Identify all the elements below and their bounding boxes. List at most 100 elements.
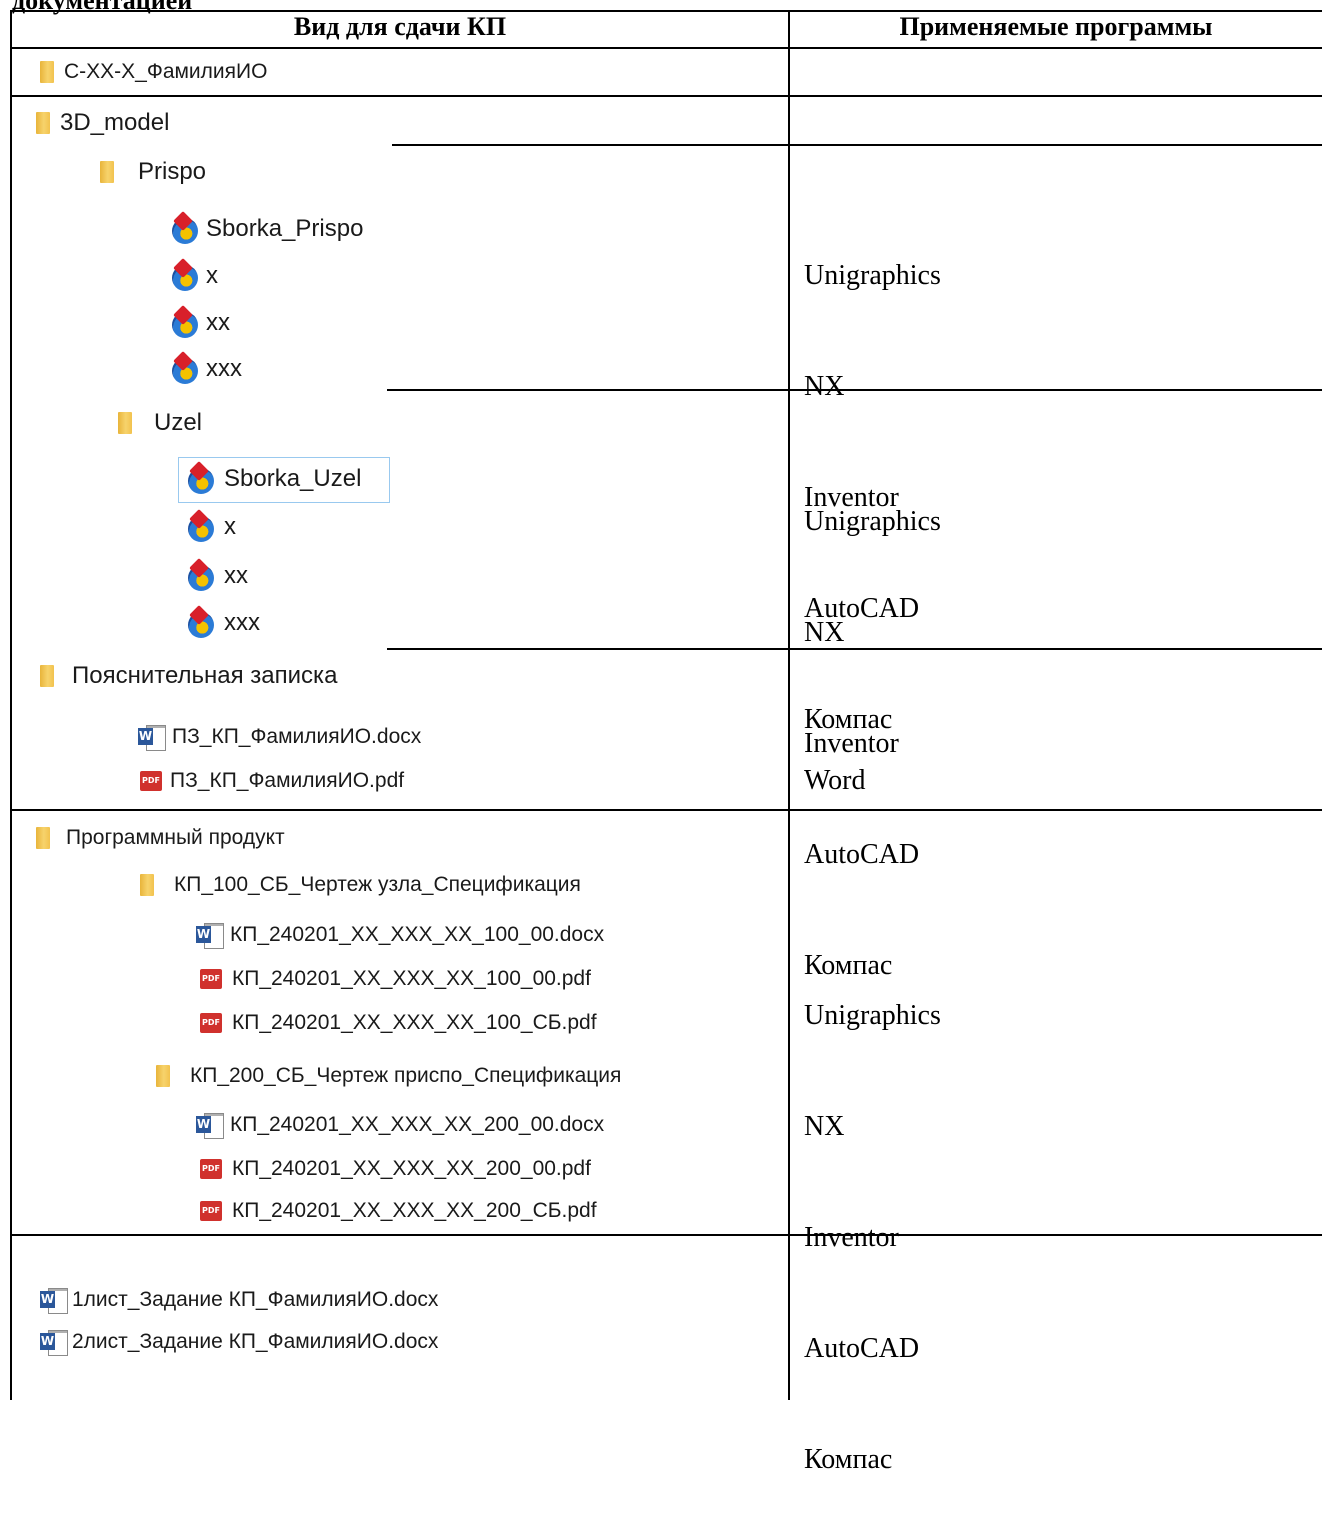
folder-item[interactable]: КП_100_СБ_Чертеж узла_Спецификация (140, 873, 581, 897)
folder-item[interactable]: КП_200_СБ_Чертеж приспо_Спецификация (156, 1064, 621, 1088)
nx-part-icon (186, 512, 216, 542)
header-col-view: Вид для сдачи КП (293, 12, 507, 41)
screenshot-overlay (12, 141, 392, 147)
program-name: Unigraphics (804, 260, 941, 291)
pdf-icon (200, 1201, 222, 1221)
row-divider (10, 1234, 1322, 1236)
file-item[interactable]: 2лист_Задание КП_ФамилияИО.docx (40, 1330, 439, 1356)
item-label: КП_240201_ХХ_ХХХ_ХХ_200_00.docx (230, 1113, 605, 1136)
word-doc-icon (196, 1113, 224, 1139)
item-label: xx (206, 309, 230, 336)
nx-part-icon (186, 464, 216, 494)
item-label: ПЗ_КП_ФамилияИО.docx (172, 725, 422, 748)
word-doc-icon (138, 725, 166, 751)
row-divider (10, 809, 1322, 811)
item-label: КП_240201_ХХ_ХХХ_ХХ_200_СБ.pdf (232, 1199, 597, 1222)
folder-icon (118, 412, 132, 434)
item-label: Sborka_Prispo (206, 215, 364, 242)
item-label: КП_240201_ХХ_ХХХ_ХХ_100_00.pdf (232, 967, 591, 990)
nx-part-icon (186, 608, 216, 638)
program-name: Inventor (804, 1222, 899, 1253)
file-item[interactable]: КП_240201_ХХ_ХХХ_ХХ_200_00.pdf (200, 1157, 591, 1181)
file-item[interactable]: xxx (170, 354, 242, 384)
nx-part-icon (170, 214, 200, 244)
folder-item[interactable]: Программный продукт (36, 826, 285, 850)
folder-item[interactable]: Prispo (100, 158, 206, 186)
folder-icon (40, 61, 54, 83)
file-item[interactable]: КП_240201_ХХ_ХХХ_ХХ_100_00.pdf (200, 967, 591, 991)
item-label: КП_240201_ХХ_ХХХ_ХХ_100_СБ.pdf (232, 1011, 597, 1034)
folder-icon (140, 874, 154, 896)
header-col-programs: Применяемые программы (899, 12, 1213, 41)
screenshot-overlay (12, 645, 387, 651)
item-label: Программный продукт (66, 826, 285, 849)
program-name: NX (804, 371, 845, 402)
file-item[interactable]: Sborka_Prispo (170, 214, 363, 244)
item-label: xxx (206, 355, 242, 382)
table-column-divider (788, 10, 790, 1400)
nx-part-icon (170, 308, 200, 338)
item-label: 2лист_Задание КП_ФамилияИО.docx (72, 1330, 439, 1353)
folder-icon (36, 827, 50, 849)
nx-part-icon (186, 561, 216, 591)
program-name: AutoCAD (804, 1333, 920, 1364)
program-name: Unigraphics (804, 506, 941, 537)
item-label: xxx (224, 609, 260, 636)
folder-item[interactable]: Uzel (118, 409, 202, 437)
file-item[interactable]: xx (186, 561, 248, 591)
item-label: x (206, 262, 218, 289)
file-item[interactable]: xxx (186, 608, 260, 638)
file-item-selected[interactable]: Sborka_Uzel (186, 464, 361, 494)
item-label: Prispo (138, 158, 207, 185)
pdf-icon (200, 969, 222, 989)
item-label: КП_240201_ХХ_ХХХ_ХХ_100_00.docx (230, 923, 605, 946)
screenshot-overlay (12, 386, 387, 392)
folder-icon (100, 161, 114, 183)
programs-list: Unigraphics NX Inventor AutoCAD Компас (804, 923, 941, 1515)
program-name: NX (804, 1111, 845, 1142)
program-name: Word (804, 765, 866, 796)
file-item[interactable]: x (186, 512, 236, 542)
item-label: Пояснительная записка (72, 662, 338, 689)
item-label: Uzel (154, 409, 203, 436)
item-label: ПЗ_КП_ФамилияИО.pdf (170, 769, 405, 792)
program-name: Unigraphics (804, 1000, 941, 1031)
pdf-icon (200, 1013, 222, 1033)
file-item[interactable]: 1лист_Задание КП_ФамилияИО.docx (40, 1288, 439, 1314)
item-label: 1лист_Задание КП_ФамилияИО.docx (72, 1288, 439, 1311)
folder-item[interactable]: С-ХХ-Х_ФамилияИО (40, 60, 267, 84)
table-border-left (10, 10, 12, 1400)
pdf-icon (200, 1159, 222, 1179)
folder-item[interactable]: 3D_model (36, 109, 169, 137)
item-label: x (224, 513, 236, 540)
word-doc-icon (196, 923, 224, 949)
folder-icon (36, 112, 50, 134)
folder-icon (40, 665, 54, 687)
item-label: С-ХХ-Х_ФамилияИО (64, 60, 268, 83)
item-label: xx (224, 562, 248, 589)
pdf-icon (140, 771, 162, 791)
program-name: NX (804, 617, 845, 648)
item-label: КП_100_СБ_Чертеж узла_Спецификация (174, 873, 581, 896)
row-divider (10, 47, 1322, 49)
file-item[interactable]: ПЗ_КП_ФамилияИО.docx (138, 725, 422, 751)
folder-icon (156, 1065, 170, 1087)
item-label: 3D_model (60, 109, 170, 136)
item-label: КП_240201_ХХ_ХХХ_ХХ_200_00.pdf (232, 1157, 591, 1180)
item-label: Sborka_Uzel (224, 465, 362, 492)
file-item[interactable]: КП_240201_ХХ_ХХХ_ХХ_100_00.docx (196, 923, 605, 949)
file-item[interactable]: x (170, 261, 218, 291)
file-item[interactable]: КП_240201_ХХ_ХХХ_ХХ_200_00.docx (196, 1113, 605, 1139)
file-item[interactable]: xx (170, 308, 230, 338)
nx-part-icon (170, 261, 200, 291)
folder-item[interactable]: Пояснительная записка (40, 662, 337, 690)
word-doc-icon (40, 1288, 68, 1314)
file-item[interactable]: КП_240201_ХХ_ХХХ_ХХ_200_СБ.pdf (200, 1199, 597, 1223)
row-divider (10, 95, 1322, 97)
nx-part-icon (170, 354, 200, 384)
file-item[interactable]: ПЗ_КП_ФамилияИО.pdf (140, 769, 404, 793)
program-name: Компас (804, 1444, 893, 1475)
programs-list: Word (804, 688, 866, 836)
item-label: КП_200_СБ_Чертеж приспо_Спецификация (190, 1064, 622, 1087)
file-item[interactable]: КП_240201_ХХ_ХХХ_ХХ_100_СБ.pdf (200, 1011, 597, 1035)
